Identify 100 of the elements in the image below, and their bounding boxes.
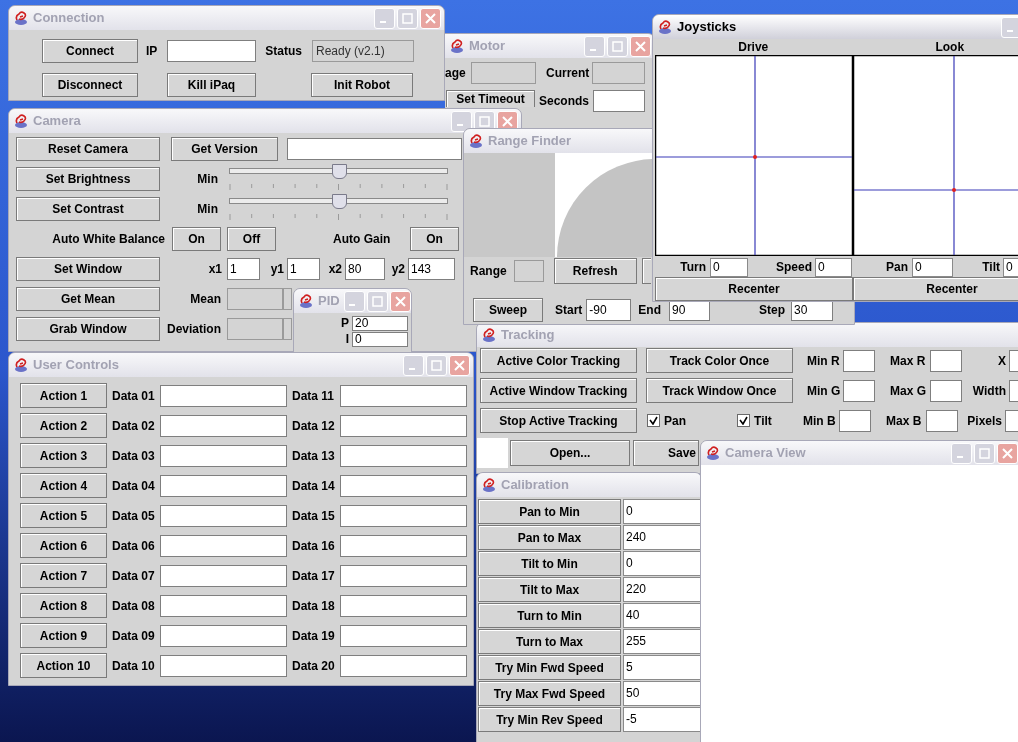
field-label: Max G [890, 382, 926, 400]
text-field[interactable]: 0 [912, 257, 953, 277]
field-label: Min G [807, 382, 841, 400]
text-field[interactable]: -90 [586, 299, 632, 321]
field-label: y1 [269, 261, 284, 278]
off-button[interactable]: Off [227, 227, 276, 251]
field-label: Data 04 [112, 477, 156, 495]
field-label: Tilt [754, 412, 772, 430]
field-label: Data 12 [292, 417, 336, 435]
tracking-button[interactable]: Active Window Tracking [480, 378, 637, 403]
field-label: Data 14 [292, 477, 336, 495]
calibration-button[interactable]: Turn to Min [478, 603, 621, 628]
grab-window-button[interactable]: Grab Window [16, 317, 160, 341]
field-label: age [445, 65, 465, 82]
action-button[interactable]: Action 5 [20, 503, 107, 528]
action-button[interactable]: Action 8 [20, 593, 107, 618]
text-field[interactable]: 0 [1003, 257, 1018, 277]
get-mean-button[interactable]: Get Mean [16, 287, 160, 311]
field-label: Data 10 [112, 657, 156, 675]
text-field[interactable]: -5 [623, 707, 701, 732]
field-label: Data 02 [112, 417, 156, 435]
text-field[interactable]: 0 [710, 257, 748, 277]
reset-camera-button[interactable]: Reset Camera [16, 137, 160, 161]
field-label: Data 11 [292, 387, 336, 405]
field-label: Pan [664, 412, 686, 430]
set-window-button[interactable]: Set Window [16, 257, 160, 281]
window-title: Tracking [501, 326, 555, 345]
calibration-button[interactable]: Pan to Max [478, 525, 621, 550]
title-bar[interactable]: Joysticks [653, 15, 1018, 39]
status-field: Ready (v2.1) [312, 40, 415, 62]
contrast-button[interactable]: Set Contrast [16, 197, 160, 221]
calibration-button[interactable]: Tilt to Min [478, 551, 621, 576]
field-label: IP [146, 43, 158, 60]
field-label: Data 18 [292, 597, 336, 615]
action-button[interactable]: Action 9 [20, 623, 107, 648]
field-label: x1 [207, 261, 222, 278]
field-label: Max R [890, 352, 926, 370]
action-button[interactable]: Action 1 [20, 383, 107, 408]
text-field[interactable]: 0 [352, 332, 408, 347]
kill-button[interactable]: Kill iPaq [167, 73, 256, 97]
field-label: Min R [807, 352, 841, 370]
action-button[interactable]: Action 7 [20, 563, 107, 588]
text-field[interactable]: 143 [408, 258, 455, 280]
text-field[interactable]: 40 [623, 603, 701, 628]
action-button[interactable]: Action 6 [20, 533, 107, 558]
init-button[interactable]: Init Robot [311, 73, 413, 97]
text-field[interactable]: 1 [227, 258, 260, 280]
field-label: x2 [327, 261, 342, 278]
field-label: Pixels [966, 412, 1002, 430]
text-field[interactable]: 240 [623, 525, 701, 550]
text-field[interactable]: 0 [815, 257, 852, 277]
connect-button[interactable]: Connect [42, 39, 138, 63]
pad-title: Drive [737, 39, 770, 56]
on-button[interactable]: On [410, 227, 459, 251]
tracking-button[interactable]: Active Color Tracking [480, 348, 637, 373]
field-label: Pan [885, 259, 908, 276]
text-field[interactable]: 0 [623, 499, 701, 524]
calibration-button[interactable]: Tilt to Max [478, 577, 621, 602]
version-button[interactable]: Get Version [171, 137, 278, 161]
tracking-button[interactable]: Track Color Once [646, 348, 793, 373]
on-button[interactable]: On [172, 227, 221, 251]
action-button[interactable]: Action 4 [20, 473, 107, 498]
text-field[interactable]: 0 [623, 551, 701, 576]
tracking-button[interactable]: Stop Active Tracking [480, 408, 637, 433]
text-field[interactable]: 5 [623, 655, 701, 680]
brightness-button[interactable]: Set Brightness [16, 167, 160, 191]
calibration-button[interactable]: Turn to Max [478, 629, 621, 654]
field-label: Step [759, 302, 786, 319]
tracking-button[interactable]: Track Window Once [646, 378, 793, 403]
field-label: Mean [189, 291, 221, 308]
field-label: Data 08 [112, 597, 156, 615]
field-label: Data 01 [112, 387, 156, 405]
field-label: Turn [679, 259, 706, 276]
window-title: Range Finder [488, 132, 572, 151]
sweep-button[interactable]: Sweep [473, 298, 543, 322]
text-field[interactable]: 255 [623, 629, 701, 654]
calibration-button[interactable]: Try Min Rev Speed [478, 707, 621, 732]
text-field[interactable]: 80 [345, 258, 385, 280]
calibration-button[interactable]: Try Min Fwd Speed [478, 655, 621, 680]
save-button[interactable]: Save [633, 440, 699, 466]
recenter-button[interactable]: Recenter [655, 277, 853, 301]
recenter-button[interactable]: Recenter [853, 277, 1018, 301]
text-field[interactable]: 20 [352, 316, 408, 331]
field-label: Seconds [539, 93, 589, 110]
refresh-button[interactable]: Refresh [553, 258, 637, 284]
action-button[interactable]: Action 2 [20, 413, 107, 438]
action-button[interactable]: Action 10 [20, 653, 107, 678]
timeout-button[interactable]: Set Timeout [446, 90, 535, 107]
action-button[interactable]: Action 3 [20, 443, 107, 468]
calibration-button[interactable]: Pan to Min [478, 499, 621, 524]
calibration-button[interactable]: Try Max Fwd Speed [478, 681, 621, 706]
field-label: Data 06 [112, 537, 156, 555]
field-label: Data 05 [112, 507, 156, 525]
open-button[interactable]: Open... [510, 440, 630, 466]
text-field[interactable]: 50 [623, 681, 701, 706]
disconnect-button[interactable]: Disconnect [42, 73, 138, 97]
field-label: Data 19 [292, 627, 336, 645]
field-label: Max B [886, 412, 922, 430]
text-field[interactable]: 1 [287, 258, 320, 280]
text-field[interactable]: 220 [623, 577, 701, 602]
